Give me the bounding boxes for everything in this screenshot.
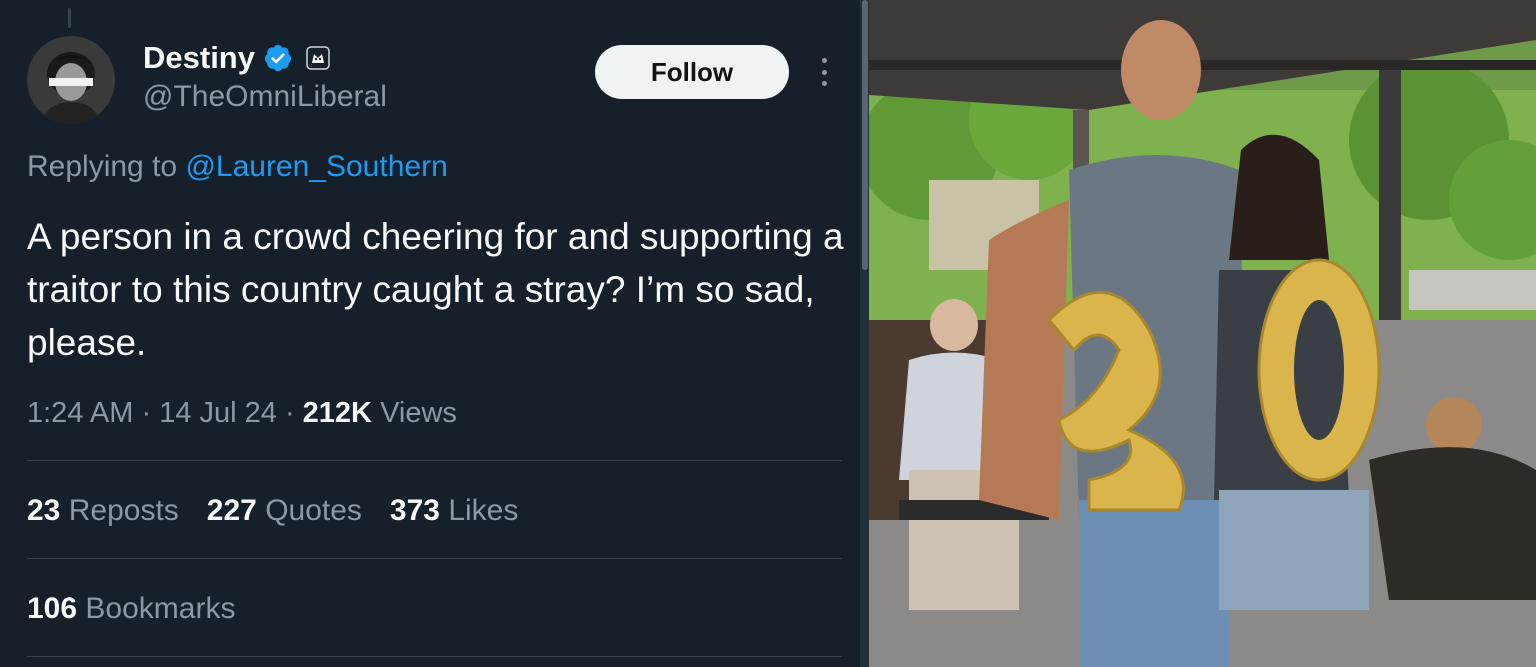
reposts-label: Reposts: [68, 494, 179, 527]
avatar-image: [27, 36, 115, 124]
avatar[interactable]: [27, 36, 115, 124]
views-label: Views: [380, 397, 457, 429]
tweet-metadata: 1:24 AM · 14 Jul 24 · 212K Views: [27, 397, 457, 430]
name-row: Destiny: [143, 40, 331, 76]
quotes-stat[interactable]: 227 Quotes: [207, 494, 362, 528]
tweet-time[interactable]: 1:24 AM: [27, 397, 133, 429]
reposts-stat[interactable]: 23 Reposts: [27, 494, 179, 528]
photo-illustration: [869, 0, 1536, 667]
likes-label: Likes: [448, 494, 519, 527]
attached-photo[interactable]: [869, 0, 1536, 667]
follow-button[interactable]: Follow: [595, 45, 789, 99]
quotes-count: 227: [206, 494, 257, 527]
more-options-icon[interactable]: [812, 55, 836, 89]
tweet-date[interactable]: 14 Jul 24: [159, 397, 277, 429]
replying-to-link[interactable]: @Lauren_Southern: [185, 150, 447, 183]
display-name[interactable]: Destiny: [143, 40, 255, 76]
likes-stat[interactable]: 373 Likes: [390, 494, 518, 528]
replying-prefix: Replying to: [27, 150, 178, 183]
bookmarks-label: Bookmarks: [85, 592, 236, 625]
tweet-panel: Destiny @TheOmniLiberal Follow Replying …: [0, 0, 860, 667]
bookmarks-count: 106: [27, 592, 78, 625]
quotes-label: Quotes: [265, 494, 362, 527]
bookmarks-stat[interactable]: 106 Bookmarks: [27, 592, 235, 626]
engagement-stats: 23 Reposts 227 Quotes 373 Likes: [27, 494, 518, 528]
divider: [27, 656, 842, 657]
divider: [27, 558, 842, 559]
divider: [27, 460, 842, 461]
likes-count: 373: [389, 494, 440, 527]
meta-separator: ·: [141, 397, 160, 429]
tweet-text: A person in a crowd cheering for and sup…: [27, 216, 844, 363]
replying-to-line: Replying to @Lauren_Southern: [27, 150, 448, 184]
affiliate-badge-icon: [305, 45, 331, 71]
reposts-count: 23: [27, 494, 61, 527]
verified-badge-icon: [263, 43, 293, 73]
scrollbar-thumb[interactable]: [862, 0, 868, 270]
thread-connector-line: [68, 8, 71, 28]
meta-separator: ·: [284, 397, 303, 429]
user-handle[interactable]: @TheOmniLiberal: [143, 80, 387, 114]
views-count: 212K: [302, 397, 372, 429]
